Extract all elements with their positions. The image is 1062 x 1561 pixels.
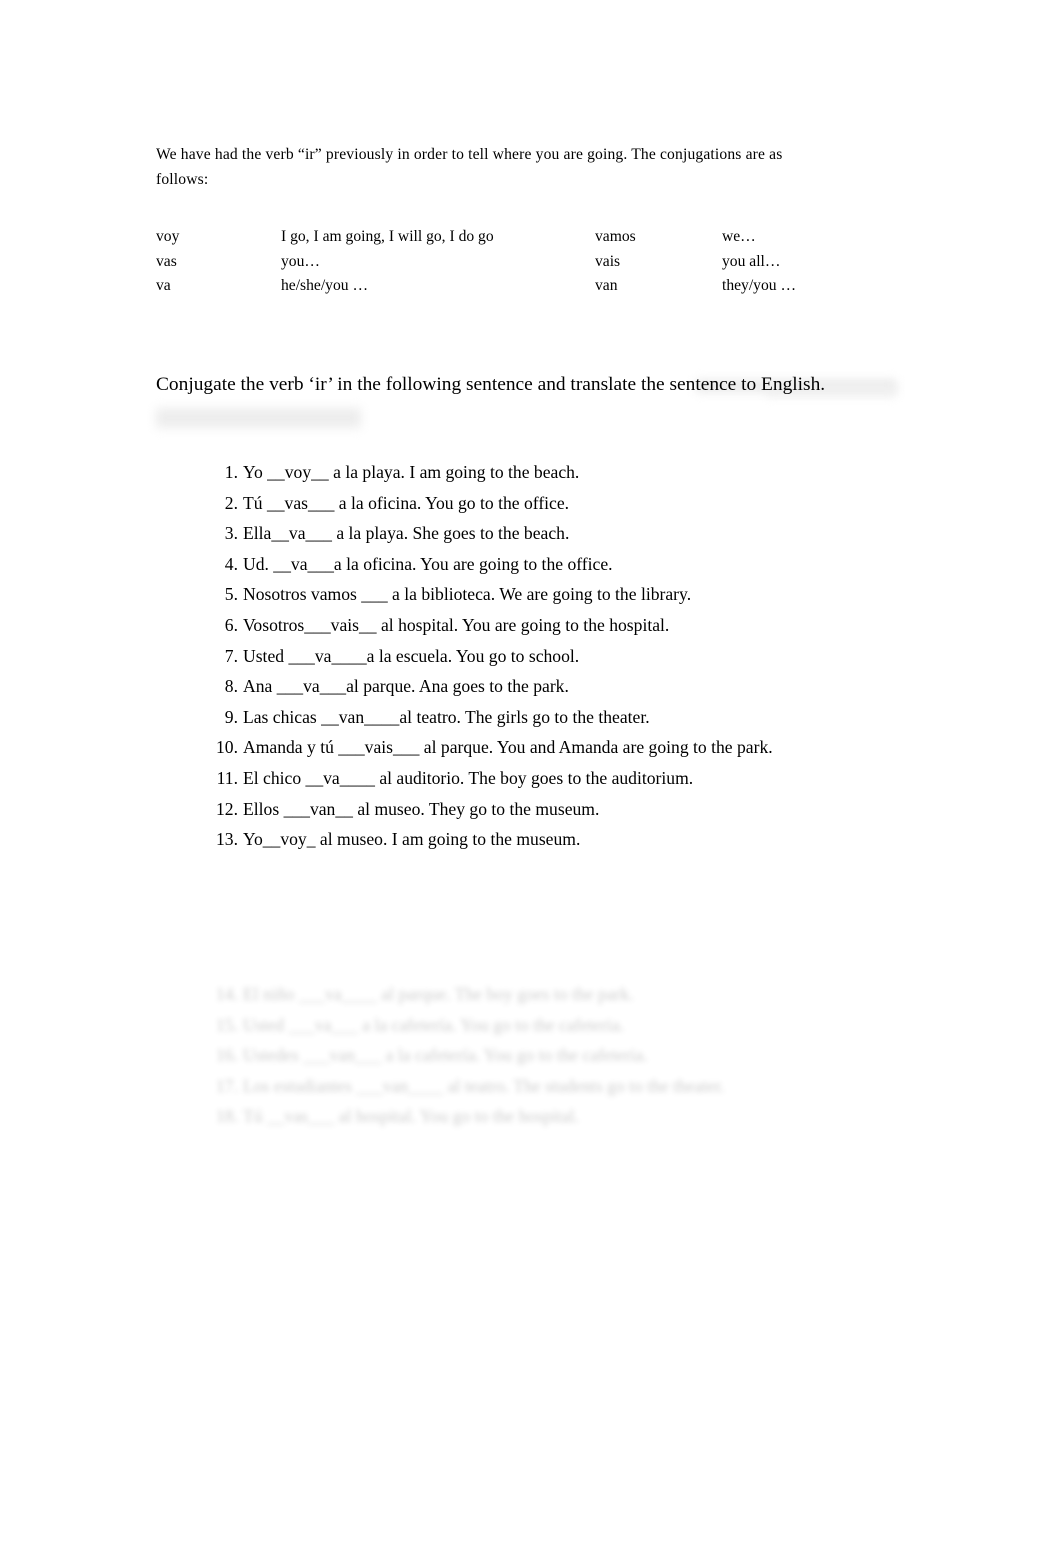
list-item: 16. Ustedes ___van___ a la cafetería. Yo…: [205, 1040, 905, 1071]
list-item-text: Ustedes ___van___ a la cafetería. You go…: [243, 1045, 648, 1066]
conjugation-plural-form: van: [595, 277, 618, 295]
list-item-number: 3.: [224, 523, 238, 544]
conjugation-plural-form: vais: [595, 252, 621, 270]
list-item-text: Usted ___va____a la escuela. You go to s…: [243, 645, 580, 666]
conjugation-table-body: voy I go, I am going, I will go, I do go…: [156, 225, 916, 299]
table-row: vas you… vais you all…: [156, 250, 916, 275]
list-item: 17. Los estudiantes ___van____ al teatro…: [205, 1071, 905, 1102]
conjugation-plural-form: vamos: [595, 228, 636, 245]
conjugation-singular-form: voy: [156, 228, 180, 245]
list-item-text: Vosotros___vais__ al hospital. You are g…: [243, 614, 670, 635]
list-item-text: Ana ___va___al parque. Ana goes to the p…: [243, 676, 569, 697]
list-item-text: Usted ___va___ a la cafetería. You go to…: [243, 1014, 625, 1035]
list-item-number: 14.: [216, 984, 238, 1004]
list-item-text: Yo__voy_ al museo. I am going to the mus…: [243, 829, 581, 850]
list-item-number: 12.: [216, 798, 238, 819]
list-item-text: Ellos ___van__ al museo. They go to the …: [243, 798, 600, 819]
list-item: 7. Usted ___va____a la escuela. You go t…: [205, 641, 905, 672]
table-row: voy I go, I am going, I will go, I do go…: [156, 225, 916, 250]
list-item-number: 18.: [216, 1106, 238, 1127]
conjugation-singular-form: va: [156, 277, 171, 295]
list-item-number: 4.: [224, 553, 238, 574]
list-item-text: Tú __vas___ a la oficina. You go to the …: [243, 492, 570, 513]
list-item-text: Yo __voy__ a la playa. I am going to the…: [243, 462, 580, 482]
list-item: 5. Nosotros vamos ___ a la biblioteca. W…: [205, 579, 905, 610]
list-item-number: 15.: [216, 1014, 238, 1035]
list-item-text: El chico __va____ al auditorio. The boy …: [243, 767, 694, 788]
list-item: 4. Ud. __va___a la oficina. You are goin…: [205, 549, 905, 580]
conjugation-plural-meaning: we…: [722, 228, 756, 245]
list-item-text: Nosotros vamos ___ a la biblioteca. We a…: [243, 584, 692, 605]
list-item-text: El niño ___va____ al parque. The boy goe…: [243, 984, 634, 1004]
smudge-artifact: [156, 408, 361, 428]
list-item-number: 17.: [216, 1075, 238, 1096]
conjugation-plural-meaning: they/you …: [722, 277, 797, 295]
list-item-text: Las chicas __van____al teatro. The girls…: [243, 706, 650, 727]
list-item: 6. Vosotros___vais__ al hospital. You ar…: [205, 610, 905, 641]
conjugation-table: voy I go, I am going, I will go, I do go…: [156, 225, 916, 299]
list-item-number: 7.: [224, 645, 238, 666]
table-row: va he/she/you … van they/you …: [156, 274, 916, 299]
list-item: 1. Yo __voy__ a la playa. I am going to …: [205, 457, 905, 488]
list-item-text: Los estudiantes ___van____ al teatro. Th…: [243, 1075, 725, 1096]
faded-exercise-list: 14. El niño ___va____ al parque. The boy…: [205, 979, 905, 1132]
intro-paragraph: We have had the verb “ir” previously in …: [156, 145, 783, 188]
list-item-number: 2.: [224, 492, 238, 513]
list-item-number: 1.: [224, 462, 238, 482]
list-item-text: Ud. __va___a la oficina. You are going t…: [243, 553, 613, 574]
list-item: 13. Yo__voy_ al museo. I am going to the…: [205, 824, 905, 855]
list-item: 15. Usted ___va___ a la cafetería. You g…: [205, 1010, 905, 1041]
list-item: 18. Tú __vas___ al hospital. You go to t…: [205, 1101, 905, 1132]
list-item: 9. Las chicas __van____al teatro. The gi…: [205, 702, 905, 733]
list-item-number: 11.: [216, 767, 238, 788]
list-item: 12. Ellos ___van__ al museo. They go to …: [205, 794, 905, 825]
list-item-number: 13.: [216, 829, 238, 850]
list-item: 11. El chico __va____ al auditorio. The …: [205, 763, 905, 794]
list-item-number: 10.: [216, 737, 238, 758]
list-item-number: 9.: [224, 706, 238, 727]
conjugation-plural-meaning: you all…: [722, 252, 781, 270]
instruction-heading: Conjugate the verb ‘ir’ in the following…: [156, 374, 826, 395]
conjugation-singular-meaning: I go, I am going, I will go, I do go: [281, 228, 494, 245]
list-item-number: 16.: [216, 1045, 238, 1066]
list-item: 8. Ana ___va___al parque. Ana goes to th…: [205, 671, 905, 702]
list-item-text: Amanda y tú ___vais___ al parque. You an…: [243, 737, 773, 758]
instruction-heading-wrapper: Conjugate the verb ‘ir’ in the following…: [156, 370, 896, 428]
list-item: 2. Tú __vas___ a la oficina. You go to t…: [205, 488, 905, 519]
list-item-text: Ella__va___ a la playa. She goes to the …: [243, 523, 570, 544]
list-item-number: 5.: [224, 584, 238, 605]
list-item: 14. El niño ___va____ al parque. The boy…: [205, 979, 905, 1010]
list-item: 10. Amanda y tú ___vais___ al parque. Yo…: [205, 732, 905, 763]
exercise-list: 1. Yo __voy__ a la playa. I am going to …: [205, 457, 905, 855]
conjugation-singular-meaning: he/she/you …: [281, 277, 369, 295]
conjugation-singular-form: vas: [156, 252, 177, 270]
list-item: 3. Ella__va___ a la playa. She goes to t…: [205, 518, 905, 549]
list-item-number: 8.: [224, 676, 238, 697]
conjugation-singular-meaning: you…: [281, 252, 320, 270]
list-item-number: 6.: [224, 614, 238, 635]
document-page: We have had the verb “ir” previously in …: [0, 0, 1062, 1561]
list-item-text: Tú __vas___ al hospital. You go to the h…: [243, 1106, 579, 1127]
